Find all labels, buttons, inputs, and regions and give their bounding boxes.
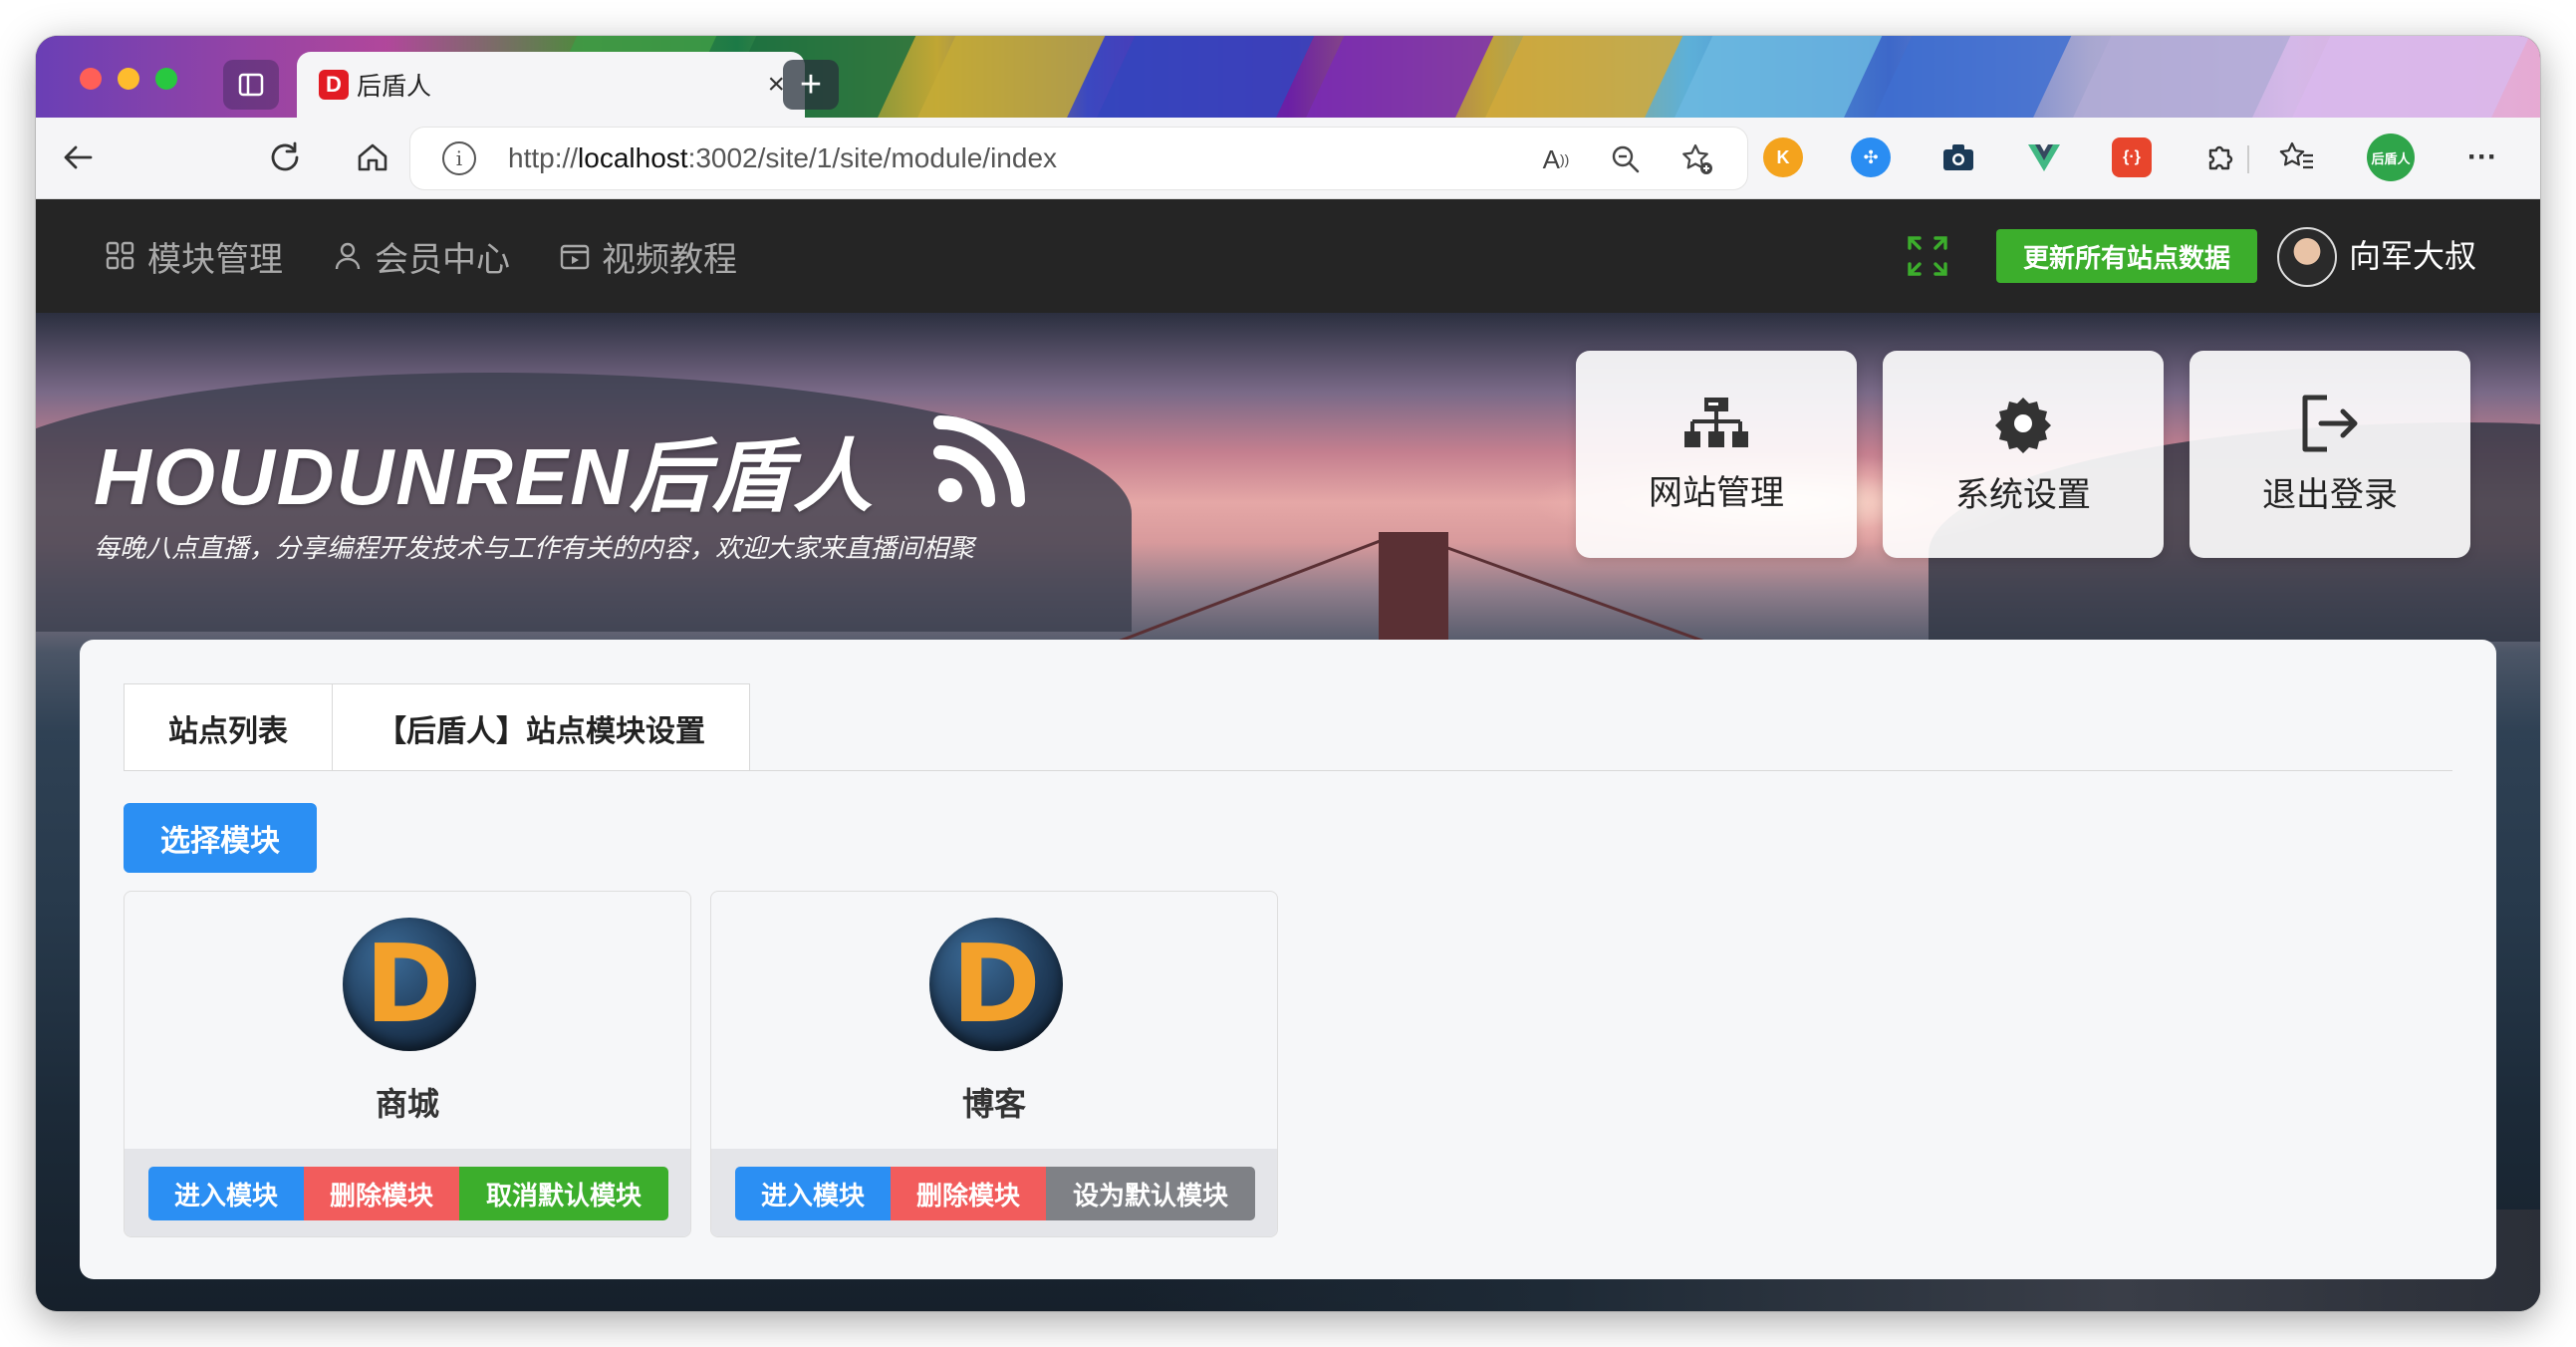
home-icon[interactable] xyxy=(351,135,394,179)
sitemap-icon xyxy=(1684,397,1748,447)
extension-2-icon[interactable]: ✣ xyxy=(1851,137,1891,177)
avatar[interactable] xyxy=(2277,227,2337,287)
menu-item-modules[interactable]: 模块管理 xyxy=(106,199,283,313)
zoom-out-icon[interactable] xyxy=(1606,139,1646,179)
menu-label: 模块管理 xyxy=(147,240,283,279)
menu-label: 视频教程 xyxy=(602,240,737,279)
more-icon[interactable]: ··· xyxy=(2462,137,2502,177)
app-header: 模块管理 会员中心 视频教程 更新所有站点数据 向军大叔 xyxy=(36,199,2540,313)
module-actions: 进入模块 删除模块 设为默认模块 xyxy=(711,1149,1277,1236)
user-icon xyxy=(335,242,361,270)
module-logo: D xyxy=(929,918,1063,1051)
delete-module-button[interactable]: 删除模块 xyxy=(304,1167,459,1220)
back-icon[interactable] xyxy=(56,135,100,179)
address-bar[interactable]: i http://localhost:3002/site/1/site/modu… xyxy=(410,128,1747,189)
user-name[interactable]: 向军大叔 xyxy=(2349,231,2476,277)
profile-avatar[interactable]: 后盾人 xyxy=(2367,134,2415,181)
module-actions: 进入模块 删除模块 取消默认模块 xyxy=(125,1149,690,1236)
browser-tab[interactable]: D 后盾人 × xyxy=(297,52,805,118)
enter-module-button[interactable]: 进入模块 xyxy=(735,1167,891,1220)
brand-logo: HOUDUNREN后盾人 xyxy=(94,432,875,521)
menu-item-members[interactable]: 会员中心 xyxy=(333,199,510,313)
cancel-default-module-button[interactable]: 取消默认模块 xyxy=(459,1167,668,1220)
site-management-button[interactable]: 网站管理 xyxy=(1576,351,1857,558)
enter-module-button[interactable]: 进入模块 xyxy=(148,1167,304,1220)
banner: HOUDUNREN后盾人 每晚八点直播，分享编程开发技术与工作有关的内容，欢迎大… xyxy=(36,313,2540,1311)
bridge-tower xyxy=(1379,532,1448,652)
favicon-icon: D xyxy=(319,70,349,100)
system-settings-button[interactable]: 系统设置 xyxy=(1883,351,2164,558)
json-extension-icon[interactable]: {·} xyxy=(2112,137,2152,177)
tab-bar: D 后盾人 × + xyxy=(36,36,2540,118)
update-all-sites-button[interactable]: 更新所有站点数据 xyxy=(1996,229,2257,283)
reload-icon[interactable] xyxy=(263,135,307,179)
tabs-divider xyxy=(124,770,2452,771)
select-module-button[interactable]: 选择模块 xyxy=(124,803,317,873)
module-logo: D xyxy=(343,918,476,1051)
toolbar-divider xyxy=(2247,145,2249,173)
module-card-shop: D 商城 进入模块 删除模块 取消默认模块 xyxy=(124,891,691,1237)
quick-link-label: 退出登录 xyxy=(2262,475,2398,514)
module-button-group: 进入模块 删除模块 设为默认模块 xyxy=(735,1167,1255,1220)
vue-devtools-icon[interactable] xyxy=(2024,137,2064,177)
menu-label: 会员中心 xyxy=(375,240,510,279)
tab-title: 后盾人 xyxy=(357,73,432,101)
quick-link-label: 网站管理 xyxy=(1649,473,1784,512)
slogan: 每晚八点直播，分享编程开发技术与工作有关的内容，欢迎大家来直播间相聚 xyxy=(94,533,975,563)
tab-list: 站点列表 【后盾人】站点模块设置 xyxy=(124,683,750,771)
module-name: 商城 xyxy=(375,1086,439,1122)
info-icon[interactable]: i xyxy=(442,141,476,175)
browser-toolbar: i http://localhost:3002/site/1/site/modu… xyxy=(36,118,2540,199)
set-default-module-button[interactable]: 设为默认模块 xyxy=(1046,1167,1255,1220)
tab-actions-button[interactable] xyxy=(223,60,279,110)
tab-module-settings[interactable]: 【后盾人】站点模块设置 xyxy=(333,683,750,771)
new-tab-button[interactable]: + xyxy=(783,60,839,110)
address-text[interactable]: http://localhost:3002/site/1/site/module… xyxy=(508,142,1057,174)
minimize-window-button[interactable] xyxy=(118,68,139,90)
extension-1-icon[interactable]: K xyxy=(1763,137,1803,177)
camera-icon[interactable] xyxy=(1938,137,1978,177)
menu-item-videos[interactable]: 视频教程 xyxy=(560,199,737,313)
logout-icon xyxy=(2302,395,2358,451)
logout-button[interactable]: 退出登录 xyxy=(2190,351,2470,558)
forward-icon[interactable] xyxy=(102,135,145,179)
delete-module-button[interactable]: 删除模块 xyxy=(891,1167,1046,1220)
browser-window: D 后盾人 × + i http://localhost:3002/site/1… xyxy=(36,36,2540,1311)
rss-icon xyxy=(933,415,1025,507)
read-aloud-icon[interactable]: A)) xyxy=(1536,139,1576,179)
tab-site-list[interactable]: 站点列表 xyxy=(124,683,333,771)
gear-icon xyxy=(1995,397,2051,453)
favorites-icon[interactable] xyxy=(2277,137,2317,177)
add-favorite-icon[interactable] xyxy=(1677,139,1717,179)
grid-icon xyxy=(106,241,134,270)
main-panel: 站点列表 【后盾人】站点模块设置 选择模块 D 商城 进入模块 删除模块 取消默… xyxy=(80,640,2496,1279)
maximize-window-button[interactable] xyxy=(155,68,177,90)
module-name: 博客 xyxy=(961,1086,1026,1122)
tab-actions-icon xyxy=(238,73,264,97)
close-window-button[interactable] xyxy=(80,68,102,90)
module-button-group: 进入模块 删除模块 取消默认模块 xyxy=(148,1167,668,1220)
fullscreen-icon[interactable] xyxy=(1907,235,1948,277)
module-card-blog: D 博客 进入模块 删除模块 设为默认模块 xyxy=(710,891,1278,1237)
video-icon xyxy=(560,244,590,270)
extensions-icon[interactable] xyxy=(2199,137,2239,177)
quick-link-label: 系统设置 xyxy=(1955,475,2091,514)
